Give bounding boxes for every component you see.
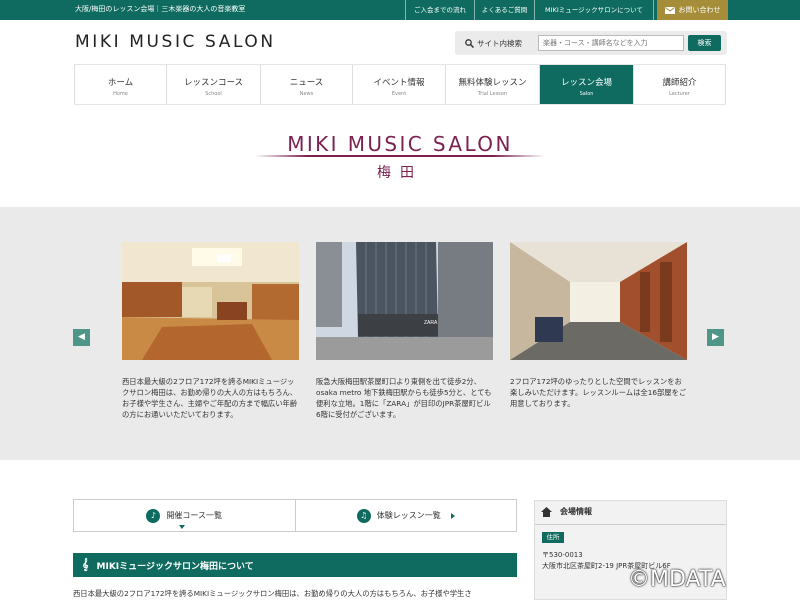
search-label: サイト内検索 <box>477 39 522 48</box>
top-links: ご入会までの流れ よくあるご質問 MIKIミュージックサロンについて <box>405 0 654 20</box>
contact-label: お問い合わせ <box>678 6 721 14</box>
top-bar: 大阪/梅田のレッスン会場｜三木楽器の大人の音楽教室 ご入会までの流れ よくあるご… <box>0 0 800 20</box>
carousel-slide: 西日本最大級の2フロア172坪を誇るMIKIミュージックサロン梅田は、お勤め帰り… <box>122 242 299 420</box>
watermark: ©MDATA <box>628 567 726 592</box>
about-body: 西日本最大級の2フロア172坪を誇るMIKIミュージックサロン梅田は、お勤め帰り… <box>73 589 472 598</box>
carousel-prev-button[interactable]: ◀ <box>73 329 90 346</box>
home-icon <box>541 506 552 517</box>
postal-code: 〒530-0013 <box>542 551 583 559</box>
nav-item-news[interactable]: ニュース News <box>260 65 352 104</box>
chevron-right-icon: ▶ <box>712 332 719 342</box>
contact-button[interactable]: お問い合わせ <box>657 0 728 20</box>
carousel-slide: 2フロア172坪のゆったりとした空間でレッスンをお楽しみいただけます。レッスンル… <box>510 242 687 409</box>
caret-right-icon <box>450 512 455 519</box>
course-list-card[interactable]: ♪ 開催コース一覧 <box>74 500 295 531</box>
nav-item-event[interactable]: イベント情報 Event <box>352 65 445 104</box>
mail-icon <box>664 6 675 14</box>
carousel-next-button[interactable]: ▶ <box>707 329 724 346</box>
svg-text:ZARA: ZARA <box>424 320 438 326</box>
caret-down-icon <box>179 525 185 529</box>
nav-item-salon[interactable]: レッスン会場 Salon <box>539 65 633 104</box>
slide-caption: 2フロア172坪のゆったりとした空間でレッスンをお楽しみいただけます。レッスンル… <box>510 377 687 408</box>
top-link-about[interactable]: MIKIミュージックサロンについて <box>534 0 654 20</box>
building-photo: ZARA <box>316 242 493 360</box>
banner-subtitle: 梅田 <box>377 165 423 181</box>
trial-list-card[interactable]: ♫ 体験レッスン一覧 <box>294 500 517 531</box>
banner-divider <box>255 155 545 157</box>
music-note-icon: ♫ <box>356 508 371 523</box>
banner-title: MIKI MUSIC SALON <box>287 132 513 156</box>
card-label: 開催コース一覧 <box>166 511 223 520</box>
slide-caption: 阪急大阪梅田駅茶屋町口より東側を出て徒歩2分、osaka metro 地下鉄梅田… <box>316 377 492 419</box>
treble-clef-icon: 𝄞 <box>82 558 89 571</box>
nav-item-trial[interactable]: 無料体験レッスン Trial Lesson <box>445 65 539 104</box>
venue-info-heading: 会場情報 <box>560 507 592 516</box>
course-cards: ♪ 開催コース一覧 ♫ 体験レッスン一覧 <box>73 499 517 532</box>
top-link-flow[interactable]: ご入会までの流れ <box>405 0 474 20</box>
search-button[interactable]: 検索 <box>688 35 721 51</box>
slide-caption: 西日本最大級の2フロア172坪を誇るMIKIミュージックサロン梅田は、お勤め帰り… <box>122 377 298 419</box>
guitar-icon: ♪ <box>146 508 161 523</box>
corridor-photo <box>510 242 687 360</box>
address-tag: 住所 <box>542 532 564 543</box>
lobby-photo <box>122 242 299 360</box>
nav-item-lecturer[interactable]: 講師紹介 Lecturer <box>633 65 726 104</box>
site-logo[interactable]: MIKI MUSIC SALON <box>75 32 276 52</box>
site-search: サイト内検索 検索 <box>455 31 727 55</box>
nav-item-home[interactable]: ホーム Home <box>74 65 166 104</box>
global-nav: ホーム Home レッスンコース School ニュース News イベント情報 Eve… <box>74 64 726 105</box>
search-input[interactable] <box>538 35 684 51</box>
search-icon <box>465 39 474 48</box>
card-label: 体験レッスン一覧 <box>376 511 441 520</box>
about-heading-text: MIKIミュージックサロン梅田について <box>96 561 254 572</box>
site-tagline: 大阪/梅田のレッスン会場｜三木楽器の大人の音楽教室 <box>75 5 246 13</box>
carousel-slide: ZARA 阪急大阪梅田駅茶屋町口より東側を出て徒歩2分、osaka metro … <box>316 242 493 420</box>
about-heading: 𝄞 MIKIミュージックサロン梅田について <box>73 553 517 577</box>
nav-item-school[interactable]: レッスンコース School <box>166 65 260 104</box>
chevron-left-icon: ◀ <box>78 332 85 342</box>
photo-carousel: ◀ ▶ 西日本最大級の2フロア172坪を誇るMIKIミュージックサロン梅田は、お… <box>0 207 800 460</box>
top-link-faq[interactable]: よくあるご質問 <box>474 0 534 20</box>
